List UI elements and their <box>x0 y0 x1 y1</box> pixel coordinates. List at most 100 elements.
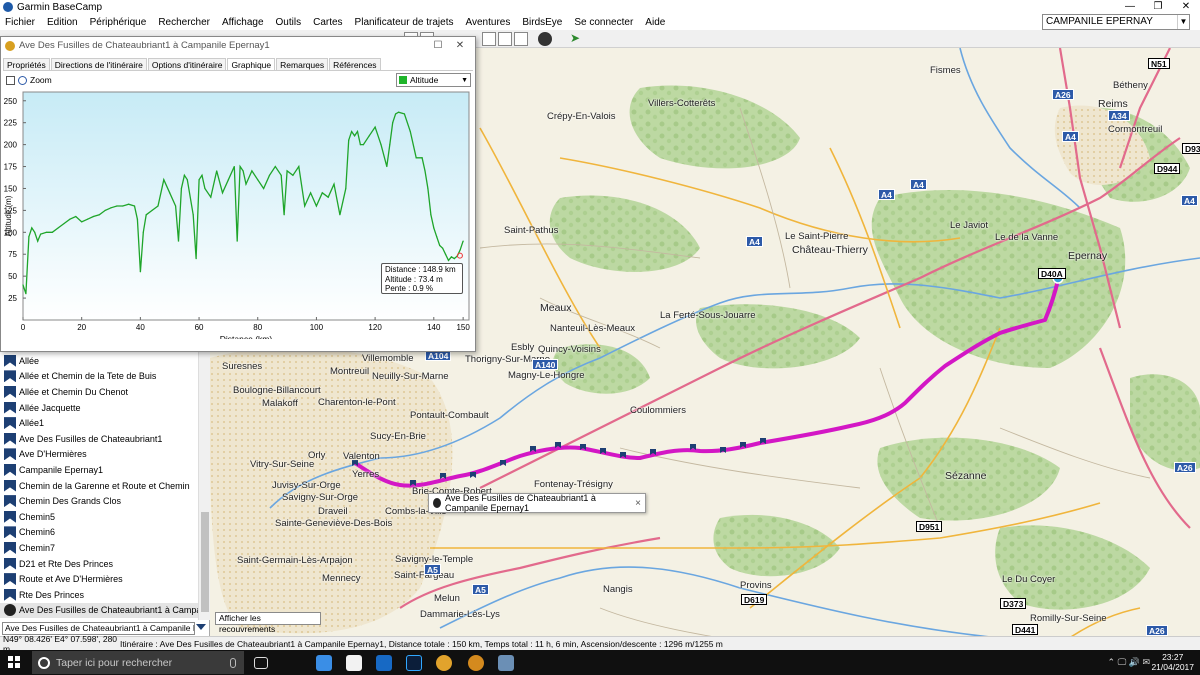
menu-birdseye[interactable]: BirdsEye <box>522 17 562 28</box>
list-item[interactable]: Allée1 <box>0 415 198 431</box>
elevation-chart[interactable]: 2550751001251501752002252500 20 40 60 80 100 1… <box>1 89 475 339</box>
elevation-point <box>45 231 48 233</box>
task-view-icon[interactable] <box>254 657 268 669</box>
road-shield: A34 <box>1108 110 1130 121</box>
y-tick-label: 250 <box>4 97 18 106</box>
route-icon <box>5 40 15 51</box>
menu-se-connecter[interactable]: Se connecter <box>574 17 633 28</box>
menu-rechercher[interactable]: Rechercher <box>158 17 210 28</box>
elevation-point <box>236 240 238 242</box>
chrome-icon[interactable] <box>436 655 452 671</box>
elevation-point <box>186 179 188 181</box>
place-label: Yerres <box>352 469 380 480</box>
close-button[interactable]: ✕ <box>449 37 471 54</box>
list-item[interactable]: Allée et Chemin de la Tete de Buis <box>0 369 198 385</box>
photoshop-icon[interactable] <box>406 655 422 671</box>
fit-view-icon[interactable] <box>498 32 512 46</box>
map-search-input[interactable]: CAMPANILE EPERNAY ▼ <box>1042 14 1190 30</box>
close-icon[interactable]: × <box>635 498 641 509</box>
tab-graphique[interactable]: Graphique <box>227 58 276 70</box>
road-shield: A5 <box>472 584 489 595</box>
elevation-point <box>25 293 27 295</box>
tab-references[interactable]: Références <box>329 58 381 70</box>
tab-directions[interactable]: Directions de l'itinéraire <box>50 58 147 70</box>
elevation-point <box>327 196 329 198</box>
list-item[interactable]: Chemin7 <box>0 540 198 556</box>
menu-edition[interactable]: Edition <box>47 17 78 28</box>
place-label: Bétheny <box>1113 80 1148 91</box>
list-item[interactable]: Chemin6 <box>0 525 198 541</box>
menu-affichage[interactable]: Affichage <box>222 17 264 28</box>
basecamp-taskbar-icon[interactable] <box>468 655 484 671</box>
menu-aventures[interactable]: Aventures <box>466 17 511 28</box>
menu-aide[interactable]: Aide <box>645 17 665 28</box>
gear-icon[interactable] <box>538 32 552 46</box>
elevation-point <box>198 179 200 181</box>
chevron-down-icon[interactable]: ▼ <box>1177 15 1189 29</box>
elevation-point <box>57 227 59 229</box>
road-shield: D441 <box>1012 624 1039 635</box>
windows-start-button[interactable] <box>8 656 20 668</box>
metric-select[interactable]: Altitude ▼ <box>396 73 471 87</box>
metric-color-swatch <box>399 76 407 84</box>
grid-icon[interactable] <box>514 32 528 46</box>
minimize-button[interactable]: — <box>1116 0 1144 14</box>
place-label: Romilly-Sur-Seine <box>1030 613 1107 624</box>
chart-data-tooltip: Distance : 148.9 km Altitude : 73.4 m Pe… <box>381 263 463 294</box>
list-item[interactable]: Chemin5 <box>0 509 198 525</box>
send-icon[interactable]: ➤ <box>570 32 584 46</box>
taskbar-search-input[interactable]: Taper ici pour rechercher <box>32 651 244 674</box>
list-item[interactable]: Ave D'Hermières <box>0 447 198 463</box>
road-shield: A5 <box>424 564 441 575</box>
list-item[interactable]: Chemin Des Grands Clos <box>0 493 198 509</box>
list-item[interactable]: Chemin de la Garenne et Route et Chemin <box>0 478 198 494</box>
list-item[interactable]: Rte Des Princes <box>0 587 198 603</box>
route-tooltip[interactable]: Ave Des Fusilles de Chateaubriant1 à Cam… <box>428 493 646 513</box>
tab-remarques[interactable]: Remarques <box>276 58 329 70</box>
list-item[interactable]: Allée Jacquette <box>0 400 198 416</box>
list-item[interactable]: Ave Des Fusilles de Chateaubriant1 <box>0 431 198 447</box>
elevation-point <box>216 170 218 172</box>
menu-cartes[interactable]: Cartes <box>313 17 342 28</box>
list-item[interactable]: D21 et Rte Des Princes <box>0 556 198 572</box>
elevation-point <box>292 174 294 176</box>
scrollbar-thumb[interactable] <box>201 512 209 612</box>
close-button[interactable]: ✕ <box>1172 0 1200 14</box>
elevation-point <box>227 179 229 181</box>
list-item[interactable]: Allée et Chemin Du Chenot <box>0 384 198 400</box>
zoom-checkbox[interactable] <box>6 75 15 85</box>
maximize-button[interactable]: ☐ <box>427 37 449 54</box>
elevation-point <box>151 209 153 211</box>
x-tick-label: 120 <box>368 323 382 332</box>
elevation-point <box>204 187 206 190</box>
menu-outils[interactable]: Outils <box>276 17 302 28</box>
edge-icon[interactable] <box>316 655 332 671</box>
store-icon[interactable] <box>346 655 362 671</box>
list-item[interactable]: Ave Des Fusilles de Chateaubriant1 à Cam… <box>0 602 198 619</box>
menu-planificateur[interactable]: Planificateur de trajets <box>355 17 454 28</box>
elevation-point <box>122 205 124 207</box>
tab-proprietes[interactable]: Propriétés <box>3 58 50 70</box>
route-tool-icon[interactable] <box>482 32 496 46</box>
x-tick-label: 0 <box>21 323 26 332</box>
elevation-point <box>98 214 100 216</box>
system-tray[interactable]: ⌃ 🖵 🔊 ✉ <box>1108 657 1150 668</box>
list-item[interactable]: Allée <box>0 353 198 369</box>
microphone-icon[interactable] <box>230 657 236 668</box>
list-scrollbar[interactable] <box>198 352 210 620</box>
taskbar-clock[interactable]: 23:27 21/04/2017 <box>1151 652 1194 672</box>
app-taskbar-icon[interactable] <box>498 655 514 671</box>
menu-fichier[interactable]: Fichier <box>5 17 35 28</box>
elevation-point <box>439 244 441 247</box>
tab-options[interactable]: Options d'itinéraire <box>147 58 227 70</box>
overlay-select[interactable]: Afficher les recouvrements <box>215 612 321 634</box>
filter-icon[interactable] <box>196 624 206 634</box>
list-item[interactable]: Route et Ave D'Hermières <box>0 571 198 587</box>
list-item[interactable]: Campanile Epernay1 <box>0 462 198 478</box>
menu-peripherique[interactable]: Périphérique <box>90 17 147 28</box>
list-item-label: Chemin Des Grands Clos <box>19 496 122 507</box>
outlook-icon[interactable] <box>376 655 392 671</box>
elevation-point <box>286 170 288 172</box>
x-tick-label: 150 <box>456 323 470 332</box>
restore-button[interactable]: ❐ <box>1144 0 1172 14</box>
